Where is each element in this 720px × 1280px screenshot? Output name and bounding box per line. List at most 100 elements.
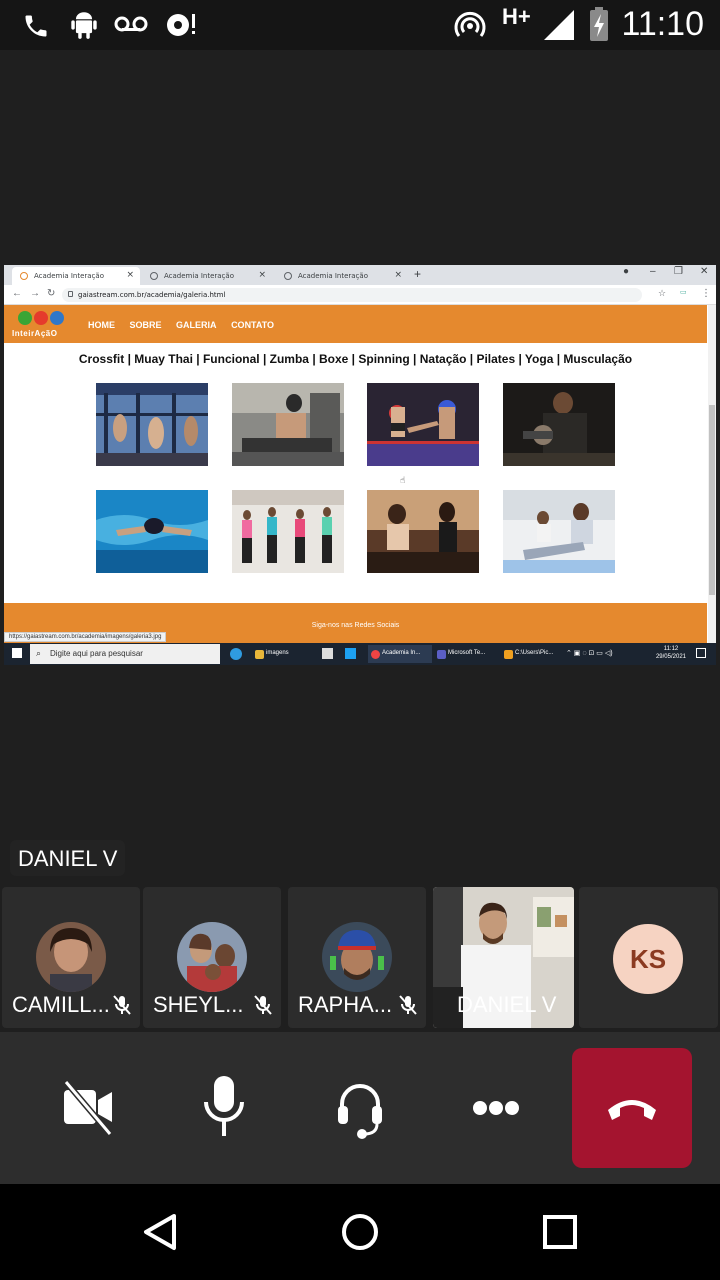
dumbbell-photo[interactable] bbox=[503, 383, 615, 466]
twitter-icon[interactable] bbox=[345, 648, 356, 659]
mouse-cursor-icon: ☝ bbox=[400, 475, 406, 485]
audio-output-button[interactable] bbox=[320, 1072, 400, 1142]
folder-icon bbox=[255, 650, 264, 659]
nav-galeria[interactable]: GALERIA bbox=[176, 320, 217, 330]
voicemail-icon bbox=[114, 16, 148, 32]
crossfit-photo[interactable] bbox=[96, 383, 208, 466]
nav-contato[interactable]: CONTATO bbox=[231, 320, 274, 330]
camera-toggle-button[interactable] bbox=[48, 1072, 128, 1142]
site-logo[interactable]: InteirAçãO bbox=[12, 309, 70, 341]
taskbar-label: C:\Users\Pic... bbox=[515, 650, 554, 656]
participant-tile[interactable]: KS bbox=[579, 887, 718, 1028]
bookmark-star-icon[interactable]: ☆ bbox=[658, 288, 666, 299]
headset-icon bbox=[338, 1084, 382, 1139]
close-tab-icon[interactable]: × bbox=[258, 270, 266, 280]
store-icon[interactable] bbox=[322, 648, 333, 659]
taskbar-item-teams[interactable]: Microsoft Te... bbox=[434, 645, 498, 663]
globe-icon bbox=[150, 272, 158, 280]
stretching-photo[interactable] bbox=[503, 490, 615, 573]
taskbar-time: 11:12 bbox=[663, 646, 679, 652]
site-nav: HOME SOBRE GALERIA CONTATO bbox=[88, 320, 286, 330]
taskbar-search[interactable]: ⌕ Digite aqui para pesquisar bbox=[30, 644, 220, 664]
participant-tile[interactable]: SHEYL... bbox=[143, 887, 281, 1028]
taskbar-label: Academia In... bbox=[382, 650, 421, 656]
favicon-icon bbox=[20, 272, 28, 280]
site-header: InteirAçãO HOME SOBRE GALERIA CONTATO bbox=[4, 305, 707, 343]
tab-label: Academia Interação bbox=[298, 272, 368, 280]
close-window-icon[interactable]: ✕ bbox=[700, 266, 708, 277]
android-nav-bar bbox=[0, 1184, 720, 1280]
weightlifting-photo[interactable] bbox=[232, 383, 344, 466]
participant-name: DANIEL V bbox=[457, 992, 557, 1017]
url-text: gaiastream.com.br/academia/galeria.html bbox=[78, 291, 226, 299]
participant-video-tile[interactable]: DANIEL V bbox=[433, 887, 574, 1028]
search-placeholder: Digite aqui para pesquisar bbox=[50, 649, 143, 658]
extension-icon[interactable]: ▭ bbox=[680, 288, 687, 296]
recents-icon[interactable] bbox=[540, 1212, 580, 1252]
more-options-button[interactable] bbox=[456, 1072, 536, 1142]
browser-tab-2[interactable]: Academia Interação × bbox=[142, 267, 272, 285]
lock-icon bbox=[68, 291, 73, 297]
participant-tile[interactable]: RAPHA... bbox=[288, 887, 426, 1028]
participant-tile[interactable]: CAMILL... bbox=[2, 887, 140, 1028]
avatar bbox=[36, 922, 106, 992]
initials-avatar: KS bbox=[613, 924, 683, 994]
profile-icon[interactable]: ● bbox=[623, 266, 629, 277]
reload-icon[interactable]: ↻ bbox=[47, 288, 55, 299]
home-icon[interactable] bbox=[340, 1212, 380, 1252]
logo-text: InteirAçãO bbox=[12, 329, 58, 338]
back-icon[interactable] bbox=[140, 1212, 180, 1252]
forward-icon[interactable]: → bbox=[30, 288, 40, 299]
microphone-icon bbox=[204, 1076, 244, 1136]
avatar bbox=[322, 922, 392, 992]
hang-up-button[interactable] bbox=[572, 1048, 692, 1168]
new-tab-button[interactable]: + bbox=[414, 267, 421, 281]
android-status-bar: H+ 11:10 bbox=[0, 0, 720, 50]
clock: 11:10 bbox=[621, 5, 704, 43]
url-field[interactable]: gaiastream.com.br/academia/galeria.html bbox=[62, 288, 642, 302]
muay-thai-photo[interactable] bbox=[367, 383, 479, 466]
browser-tab-1[interactable]: Academia Interação × bbox=[12, 267, 140, 285]
avatar bbox=[177, 922, 247, 992]
microphone-button[interactable] bbox=[184, 1072, 264, 1142]
nav-sobre[interactable]: SOBRE bbox=[130, 320, 162, 330]
call-controls bbox=[0, 1032, 720, 1184]
taskbar-item-folder[interactable]: imagens bbox=[252, 645, 314, 663]
tray-icons[interactable]: ⌃ ▣ ◌ ⊡ ▭ ◁) bbox=[566, 649, 613, 657]
taskbar-item-explorer[interactable]: C:\Users\Pic... bbox=[501, 645, 563, 663]
browser-tab-3[interactable]: Academia Interação × bbox=[276, 267, 408, 285]
taskbar-item-chrome[interactable]: Academia In... bbox=[368, 645, 432, 663]
restore-icon[interactable]: ❐ bbox=[674, 266, 683, 277]
edge-icon[interactable] bbox=[230, 648, 242, 660]
shared-screen: Academia Interação × Academia Interação … bbox=[4, 265, 716, 665]
notification-icon[interactable] bbox=[696, 648, 706, 658]
hang-up-icon bbox=[608, 1100, 656, 1120]
windows-taskbar: ⌕ Digite aqui para pesquisar imagens Aca… bbox=[4, 643, 716, 665]
address-bar: ← → ↻ gaiastream.com.br/academia/galeria… bbox=[4, 285, 716, 305]
search-icon: ⌕ bbox=[36, 648, 42, 658]
zumba-photo[interactable] bbox=[232, 490, 344, 573]
spinning-photo[interactable] bbox=[367, 490, 479, 573]
close-tab-icon[interactable]: × bbox=[394, 270, 402, 280]
scrollbar-thumb[interactable] bbox=[709, 405, 715, 595]
participant-name: RAPHA... bbox=[298, 992, 393, 1017]
browser-menu-icon[interactable]: ⋮ bbox=[701, 288, 711, 299]
minimize-icon[interactable]: – bbox=[650, 266, 656, 277]
taskbar-date: 29/05/2021 bbox=[655, 654, 686, 660]
participant-name: SHEYL... bbox=[153, 992, 244, 1017]
swimming-photo[interactable] bbox=[96, 490, 208, 573]
footer-text: Siga-nos nas Redes Sociais bbox=[311, 622, 400, 629]
nav-home[interactable]: HOME bbox=[88, 320, 115, 330]
active-speaker-label: DANIEL V bbox=[10, 840, 126, 876]
logo-red-circle bbox=[34, 311, 48, 325]
link-preview-url: https://gaiastream.com.br/academia/image… bbox=[4, 632, 167, 642]
mic-off-icon bbox=[113, 995, 131, 1015]
taskbar-clock[interactable]: 11:12 29/05/2021 bbox=[656, 645, 686, 661]
close-tab-icon[interactable]: × bbox=[126, 270, 134, 280]
participant-name: CAMILL... bbox=[12, 992, 110, 1017]
phone-icon bbox=[25, 15, 47, 37]
page-scrollbar[interactable] bbox=[708, 305, 716, 643]
back-icon[interactable]: ← bbox=[12, 288, 22, 299]
logo-green-circle bbox=[18, 311, 32, 325]
windows-start-icon[interactable] bbox=[12, 648, 22, 658]
